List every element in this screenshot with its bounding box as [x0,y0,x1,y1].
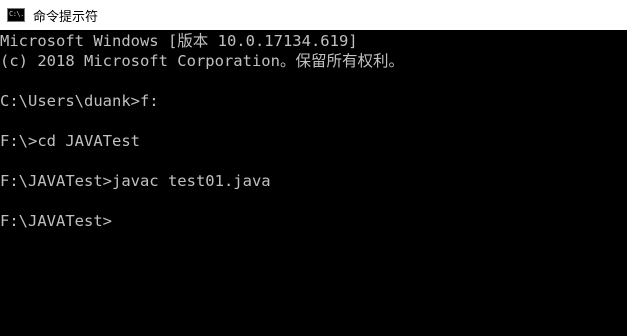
console-line: Microsoft Windows [版本 10.0.17134.619] [0,32,358,50]
console-line: F:\>cd JAVATest [0,132,140,150]
title-bar[interactable]: C:\. 命令提示符 [0,0,627,30]
cmd-icon: C:\. [7,8,25,22]
console-line: C:\Users\duank>f: [0,92,159,110]
console-line: F:\JAVATest>javac test01.java [0,172,271,190]
prompt-line[interactable]: F:\JAVATest> [0,211,627,231]
console-output[interactable]: Microsoft Windows [版本 10.0.17134.619] (c… [0,31,627,336]
console-line: (c) 2018 Microsoft Corporation。保留所有权利。 [0,52,404,70]
command-prompt-window: C:\. 命令提示符 Microsoft Windows [版本 10.0.17… [0,0,627,336]
window-title: 命令提示符 [33,9,99,25]
